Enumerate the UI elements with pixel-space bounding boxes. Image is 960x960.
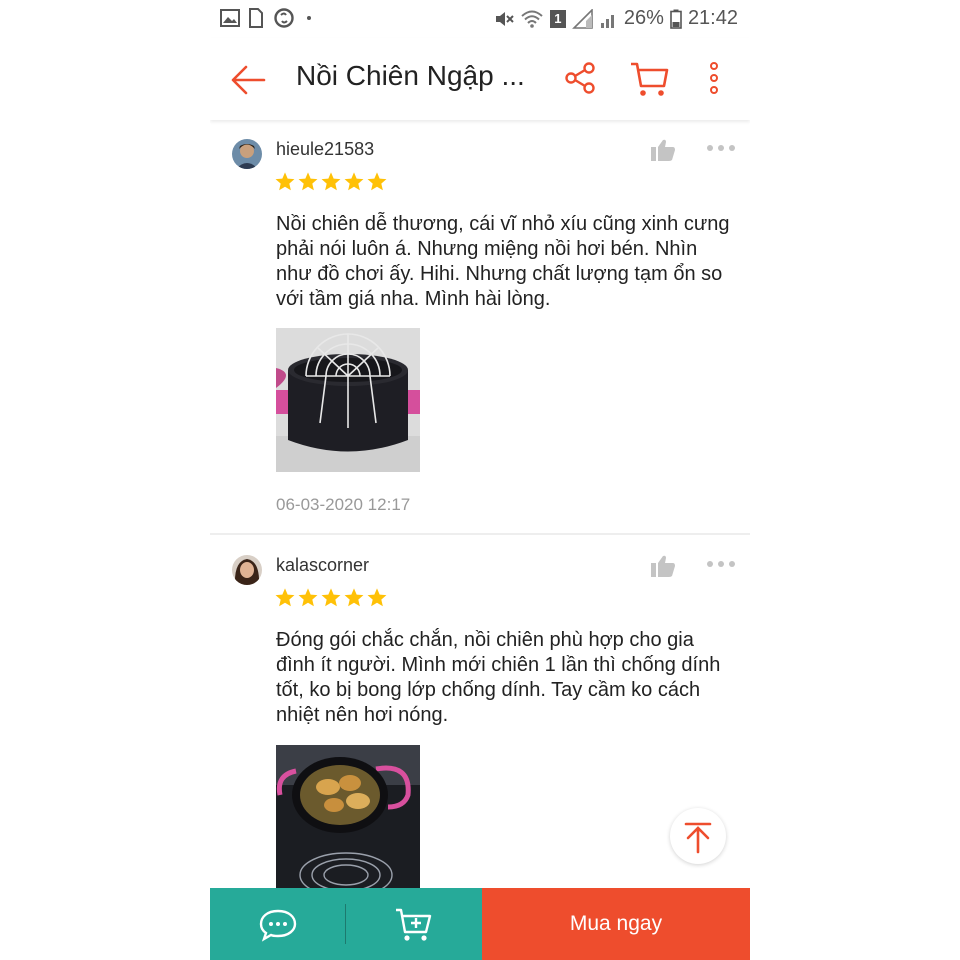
star-icon (321, 588, 341, 607)
chat-button[interactable] (210, 888, 346, 960)
signal-icon (571, 8, 593, 29)
thumbs-up-icon[interactable] (650, 138, 676, 162)
review-divider (210, 533, 750, 535)
review-text: Đóng gói chắc chắn, nồi chiên phù hợp ch… (276, 629, 721, 726)
star-icon (367, 172, 387, 191)
signal-bars-icon (600, 14, 614, 28)
image-icon (220, 9, 240, 27)
review-photo[interactable] (276, 328, 420, 472)
review-item: hieule21583 Nồi chiên dễ thương, cái vĩ … (210, 122, 750, 534)
more-vertical-icon[interactable] (694, 58, 738, 102)
cart-icon[interactable] (628, 58, 672, 102)
status-right: 1 26% 21:42 (494, 7, 738, 30)
add-to-cart-button[interactable] (346, 888, 482, 960)
mute-icon (495, 11, 514, 26)
shazam-icon (274, 8, 294, 28)
star-icon (275, 588, 295, 607)
more-horizontal-icon[interactable] (706, 143, 736, 153)
star-rating (274, 587, 388, 609)
clock: 21:42 (687, 7, 738, 29)
star-icon (298, 172, 318, 191)
file-icon (249, 8, 263, 28)
review-date: 06-03-2020 12:17 (276, 495, 411, 514)
more-horizontal-icon[interactable] (706, 559, 736, 569)
scroll-to-top-button[interactable] (670, 808, 726, 864)
bottom-action-bar: Mua ngay (210, 888, 750, 960)
page-title: Nồi Chiên Ngập ... (296, 60, 525, 91)
buy-now-label: Mua ngay (569, 912, 663, 935)
buy-now-button[interactable]: Mua ngay (482, 888, 750, 960)
review-text: Nồi chiên dễ thương, cái vĩ nhỏ xíu cũng… (276, 213, 730, 310)
thumbs-up-icon[interactable] (650, 554, 676, 578)
add-cart-icon (396, 908, 432, 941)
sim-slot-badge: 1 (549, 9, 566, 28)
star-icon (344, 588, 364, 607)
avatar[interactable] (232, 555, 262, 585)
star-rating (274, 171, 388, 193)
back-arrow-icon[interactable] (228, 60, 268, 100)
review-username: hieule21583 (276, 139, 375, 159)
star-icon (321, 172, 341, 191)
battery-icon (670, 9, 682, 29)
arrow-up-icon (684, 822, 712, 854)
review-photo[interactable] (276, 745, 420, 889)
star-icon (275, 172, 295, 191)
status-bar: 1 26% 21:42 (210, 0, 750, 38)
star-icon (298, 588, 318, 607)
avatar[interactable] (232, 139, 262, 169)
review-username: kalascorner (276, 555, 370, 575)
chat-icon (259, 909, 297, 942)
share-icon[interactable] (558, 58, 602, 102)
phone-screen: 1 26% 21:42 Nồi Chiên Ngập ... hieule215… (210, 0, 750, 960)
app-header: Nồi Chiên Ngập ... (210, 38, 750, 120)
star-icon (344, 172, 364, 191)
review-item: kalascorner Đóng gói chắc chắn, nồi chiê… (210, 538, 750, 889)
dot-icon (307, 16, 311, 20)
star-icon (367, 588, 387, 607)
wifi-icon (521, 10, 543, 28)
battery-percent: 26% (623, 7, 664, 29)
